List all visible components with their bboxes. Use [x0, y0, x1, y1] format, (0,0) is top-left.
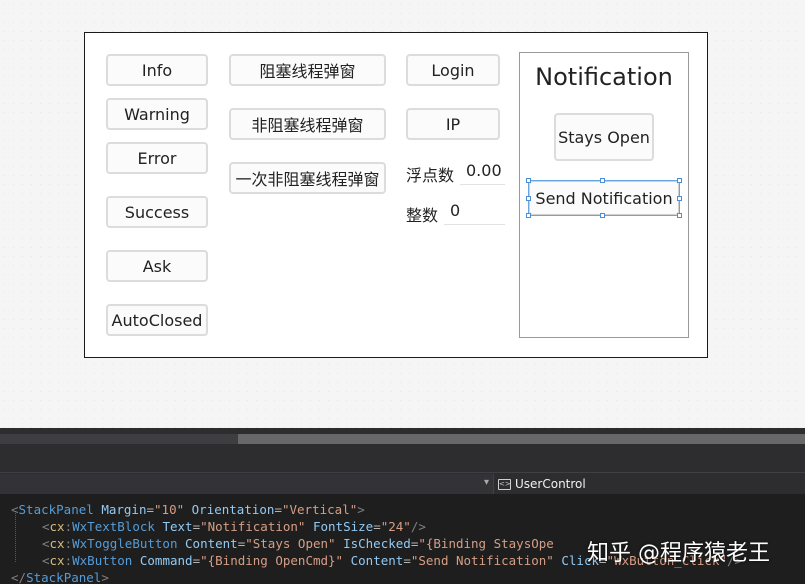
- scope-label: UserControl: [515, 477, 586, 491]
- code-line: </StackPanel>: [11, 570, 109, 584]
- scope-dropdown[interactable]: <> UserControl: [498, 474, 586, 494]
- designer-splitter: [0, 428, 805, 472]
- login-button[interactable]: Login: [406, 54, 500, 86]
- scrollbar-thumb[interactable]: [238, 434, 805, 444]
- nonblocking-popup-button[interactable]: 非阻塞线程弹窗: [229, 108, 386, 140]
- once-nonblocking-popup-button[interactable]: 一次非阻塞线程弹窗: [229, 162, 386, 194]
- usercontrol-icon: <>: [498, 478, 511, 490]
- horizontal-scrollbar[interactable]: [0, 434, 805, 444]
- ask-button[interactable]: Ask: [106, 250, 208, 282]
- element-dropdown[interactable]: ▾: [0, 474, 494, 494]
- xaml-navigation-bar: ▾ <> UserControl: [0, 472, 805, 494]
- designer-canvas: Info Warning Error Success Ask AutoClose…: [0, 0, 805, 428]
- int-label: 整数: [406, 206, 439, 225]
- watermark: 知乎 @程序猿老王: [587, 541, 770, 566]
- notification-title: Notification: [535, 63, 673, 91]
- code-line: <cx:WxTextBlock Text="Notification" Font…: [42, 519, 426, 534]
- blocking-popup-button[interactable]: 阻塞线程弹窗: [229, 54, 386, 86]
- autoclosed-button[interactable]: AutoClosed: [106, 304, 208, 336]
- float-label: 浮点数: [406, 166, 455, 185]
- notification-panel: Notification Stays Open Send Notificatio…: [519, 52, 689, 338]
- warning-button[interactable]: Warning: [106, 98, 208, 130]
- stays-open-toggle[interactable]: Stays Open: [554, 113, 654, 161]
- success-button[interactable]: Success: [106, 196, 208, 228]
- code-line: <StackPanel Margin="10" Orientation="Ver…: [11, 502, 365, 517]
- ip-button[interactable]: IP: [406, 108, 500, 140]
- dropdown-arrow-icon[interactable]: ▾: [484, 477, 489, 488]
- info-button[interactable]: Info: [106, 54, 208, 86]
- send-notification-button[interactable]: Send Notification: [529, 181, 679, 215]
- designer-window: Info Warning Error Success Ask AutoClose…: [84, 32, 708, 358]
- error-button[interactable]: Error: [106, 142, 208, 174]
- float-input[interactable]: [460, 157, 505, 185]
- int-input[interactable]: [444, 197, 505, 225]
